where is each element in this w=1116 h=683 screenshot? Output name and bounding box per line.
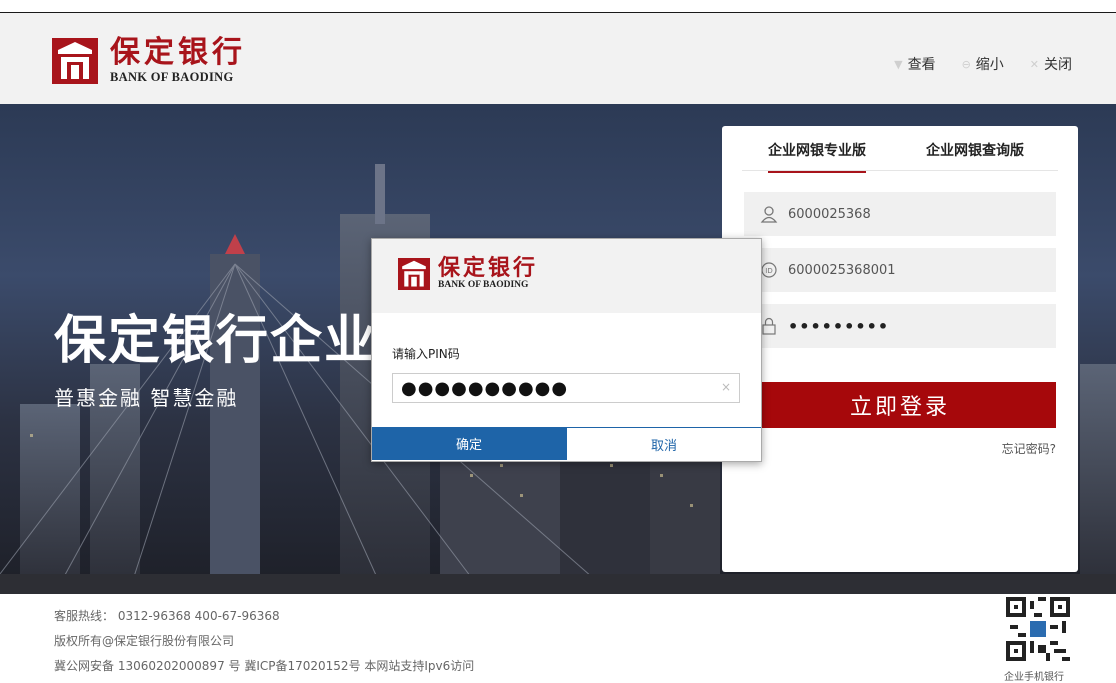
dialog-header: 保定银行 BANK OF BAODING [372,239,761,313]
login-panel: 企业网银专业版 企业网银查询版 6000025368 ID 6000025368… [722,126,1078,572]
hero-subtitle: 普惠金融 智慧金融 [54,386,239,410]
bank-logo-icon [52,38,98,84]
id-field[interactable]: ID 6000025368001 [744,248,1056,292]
clear-icon[interactable]: × [721,380,731,394]
login-button[interactable]: 立即登录 [744,382,1056,428]
svg-text:ID: ID [765,267,772,275]
id-value: 6000025368001 [788,262,896,278]
qr-code-icon [1006,597,1070,661]
close-label: 关闭 [1044,57,1072,73]
footer: 客服热线： 0312-96368 400-67-96368 版权所有@保定银行股… [54,604,474,679]
user-icon [760,205,778,223]
pin-value: ●●●●●●●●●● [401,377,569,399]
login-tabs: 企业网银专业版 企业网银查询版 [742,126,1058,173]
confirm-button[interactable]: 确定 [372,427,566,460]
pin-input[interactable]: ●●●●●●●●●● × [392,373,740,403]
tab-query[interactable]: 企业网银查询版 [926,140,1024,160]
pin-dialog: 保定银行 BANK OF BAODING 请输入PIN码 ●●●●●●●●●● … [371,238,762,462]
close-icon: ✕ [1029,57,1039,71]
footer-icp: 冀公网安备 13060202000897 号 冀ICP备17020152号 本网… [54,659,475,673]
bank-logo[interactable]: 保定银行 BANK OF BAODING [52,35,246,87]
footer-hotline: 客服热线： 0312-96368 400-67-96368 [54,609,280,623]
triangle-down-icon: ▼ [894,57,903,71]
password-field[interactable]: ••••••••• [744,304,1056,348]
id-icon: ID [760,261,778,279]
pin-label: 请输入PIN码 [392,347,460,361]
forgot-password-link[interactable]: 忘记密码? [1002,440,1056,457]
dialog-logo-chinese-name: 保定银行 [438,255,539,281]
header-actions: ▼ 查看 ⊖ 缩小 ✕ 关闭 [894,54,1072,74]
user-value: 6000025368 [788,206,871,222]
bank-logo-icon [398,257,430,290]
close-button[interactable]: ✕ 关闭 [1030,54,1072,74]
header: 保定银行 BANK OF BAODING ▼ 查看 ⊖ 缩小 ✕ 关闭 [0,13,1116,104]
zoom-out-icon: ⊖ [961,57,971,71]
user-field[interactable]: 6000025368 [744,192,1056,236]
qr-label: 企业手机银行 [1004,672,1064,683]
cancel-button[interactable]: 取消 [566,427,761,460]
zoom-out-button[interactable]: ⊖ 缩小 [962,54,1004,74]
dialog-logo: 保定银行 BANK OF BAODING [398,257,538,291]
logo-chinese-name: 保定银行 [110,35,246,71]
logo-english-name: BANK OF BAODING [110,70,234,85]
hero-title: 保定银行企业 [54,311,379,371]
dialog-logo-english-name: BANK OF BAODING [438,280,529,290]
footer-copyright: 版权所有@保定银行股份有限公司 [54,634,235,648]
view-label: 查看 [907,57,936,73]
top-border [0,0,1116,13]
lock-icon [760,317,778,335]
tab-professional[interactable]: 企业网银专业版 [768,140,866,173]
zoom-out-label: 缩小 [975,57,1004,73]
password-value: ••••••••• [788,316,890,336]
view-button[interactable]: ▼ 查看 [894,54,935,74]
